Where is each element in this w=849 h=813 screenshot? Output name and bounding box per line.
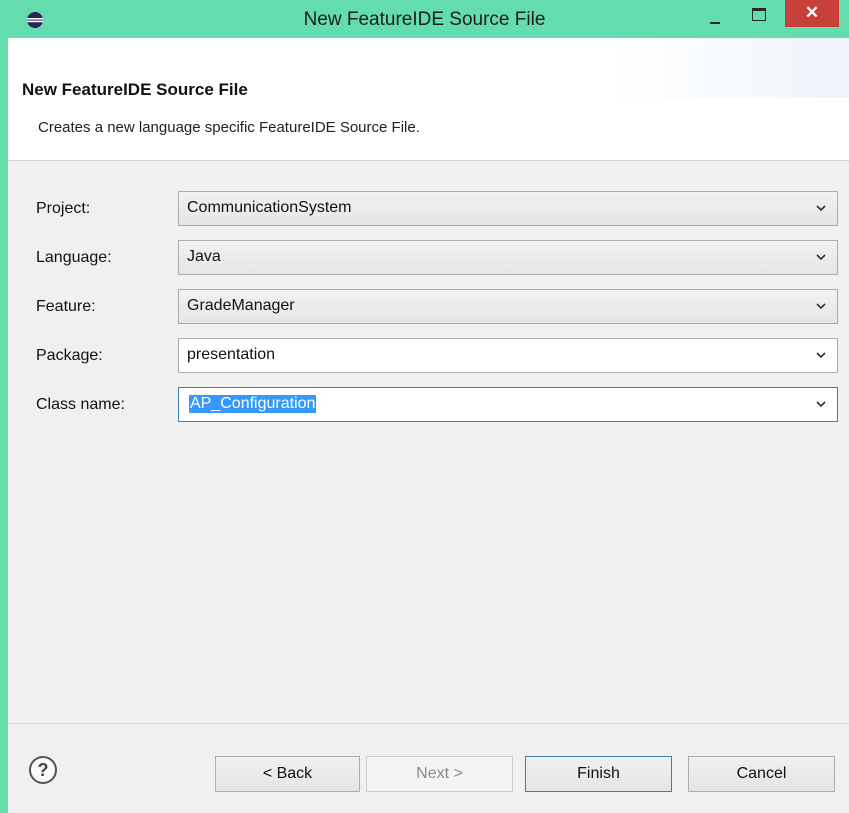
project-value: CommunicationSystem bbox=[187, 199, 352, 216]
package-label: Package: bbox=[36, 347, 103, 364]
wizard-title: New FeatureIDE Source File bbox=[22, 80, 248, 99]
class-name-value: AP_Configuration bbox=[189, 395, 317, 413]
minimize-button[interactable] bbox=[700, 4, 730, 28]
finish-button[interactable]: Finish bbox=[525, 756, 672, 792]
back-button[interactable]: < Back bbox=[215, 756, 360, 792]
class-name-label: Class name: bbox=[36, 396, 125, 413]
project-label: Project: bbox=[36, 200, 91, 217]
language-value: Java bbox=[187, 248, 221, 265]
maximize-button[interactable] bbox=[743, 4, 773, 28]
wizard-header: New FeatureIDE Source File Creates a new… bbox=[8, 38, 849, 158]
class-name-combo[interactable]: AP_Configuration bbox=[178, 387, 838, 422]
chevron-down-icon bbox=[816, 352, 826, 359]
help-icon[interactable]: ? bbox=[28, 755, 58, 785]
feature-value: GradeManager bbox=[187, 297, 295, 314]
package-combo[interactable]: presentation bbox=[178, 338, 838, 373]
cancel-button[interactable]: Cancel bbox=[688, 756, 835, 792]
chevron-down-icon bbox=[816, 254, 826, 261]
next-button[interactable]: Next > bbox=[366, 756, 513, 792]
wizard-description: Creates a new language specific FeatureI… bbox=[38, 119, 420, 136]
close-button[interactable]: ✕ bbox=[785, 0, 839, 27]
language-label: Language: bbox=[36, 249, 112, 266]
feature-combo[interactable]: GradeManager bbox=[178, 289, 838, 324]
wizard-footer: ? < Back Next > Finish Cancel bbox=[8, 724, 849, 813]
dialog-content: New FeatureIDE Source File Creates a new… bbox=[8, 38, 849, 813]
dialog-window: New FeatureIDE Source File ✕ New Feature… bbox=[0, 0, 849, 813]
svg-text:?: ? bbox=[38, 760, 49, 780]
language-combo[interactable]: Java bbox=[178, 240, 838, 275]
package-value: presentation bbox=[187, 346, 276, 363]
chevron-down-icon bbox=[816, 401, 826, 408]
chevron-down-icon bbox=[816, 205, 826, 212]
title-bar[interactable]: New FeatureIDE Source File ✕ bbox=[0, 0, 849, 38]
project-combo[interactable]: CommunicationSystem bbox=[178, 191, 838, 226]
header-banner bbox=[609, 38, 849, 98]
wizard-form: Project: CommunicationSystem Language: J… bbox=[8, 161, 849, 723]
chevron-down-icon bbox=[816, 303, 826, 310]
feature-label: Feature: bbox=[36, 298, 96, 315]
